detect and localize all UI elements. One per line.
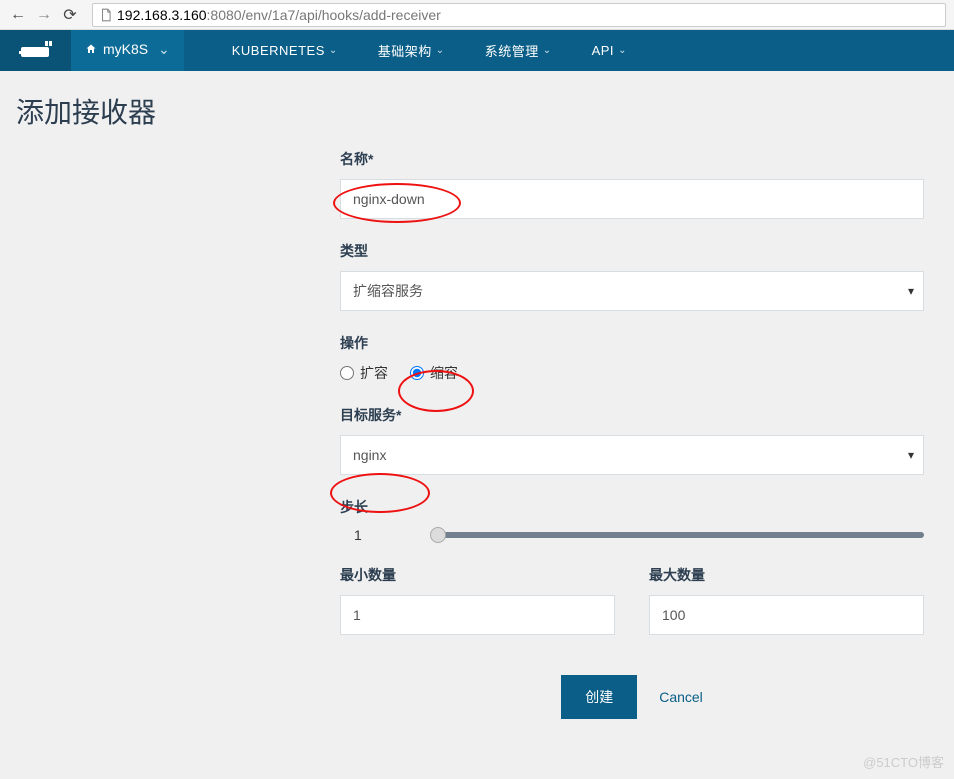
max-label: 最大数量 — [649, 565, 924, 585]
chevron-down-icon: ⌄ — [329, 45, 338, 56]
nav-kubernetes[interactable]: KUBERNETES ⌄ — [214, 30, 360, 71]
page-icon — [99, 8, 113, 22]
scale-up-radio[interactable] — [340, 366, 354, 380]
home-icon — [85, 43, 97, 55]
cancel-button[interactable]: Cancel — [659, 689, 703, 705]
logo[interactable] — [0, 30, 71, 71]
main-nav: myK8S ⌄ KUBERNETES ⌄ 基础架构 ⌄ 系统管理 ⌄ API ⌄ — [0, 30, 954, 71]
minmax-row: 最小数量 最大数量 — [340, 565, 924, 635]
name-label: 名称* — [340, 149, 924, 169]
nav-admin[interactable]: 系统管理 ⌄ — [467, 30, 574, 71]
radio-label: 扩容 — [360, 363, 388, 383]
scale-up-option[interactable]: 扩容 — [340, 363, 388, 383]
nav-api[interactable]: API ⌄ — [574, 30, 649, 71]
radio-label: 缩容 — [430, 363, 458, 383]
target-label: 目标服务* — [340, 405, 924, 425]
button-row: 创建 Cancel — [340, 675, 924, 719]
page-content: 添加接收器 名称* 类型 扩缩容服务 操作 扩容 缩容 目标服务* — [0, 71, 954, 739]
nav-item-label: 基础架构 — [378, 41, 432, 60]
create-button[interactable]: 创建 — [561, 675, 637, 719]
type-label: 类型 — [340, 241, 924, 261]
min-group: 最小数量 — [340, 565, 615, 635]
nav-item-label: 系统管理 — [485, 41, 539, 60]
type-select[interactable]: 扩缩容服务 — [340, 271, 924, 311]
max-group: 最大数量 — [649, 565, 924, 635]
action-group: 操作 扩容 缩容 — [340, 333, 924, 383]
name-input[interactable] — [340, 179, 924, 219]
target-select[interactable]: nginx — [340, 435, 924, 475]
type-group: 类型 扩缩容服务 — [340, 241, 924, 311]
back-button[interactable]: ← — [8, 5, 28, 25]
scale-down-radio[interactable] — [410, 366, 424, 380]
address-bar[interactable]: 192.168.3.160:8080/env/1a7/api/hooks/add… — [92, 3, 946, 27]
url-text: 192.168.3.160:8080/env/1a7/api/hooks/add… — [117, 7, 441, 23]
reload-button[interactable]: ⟳ — [60, 5, 80, 25]
nav-item-label: API — [592, 43, 614, 58]
environment-selector[interactable]: myK8S ⌄ — [71, 30, 184, 71]
environment-name: myK8S — [103, 41, 148, 57]
step-group: 步长 1 — [340, 497, 924, 543]
max-input[interactable] — [649, 595, 924, 635]
nav-item-label: KUBERNETES — [232, 43, 325, 58]
chevron-down-icon: ⌄ — [154, 41, 170, 58]
step-value: 1 — [340, 527, 378, 543]
name-group: 名称* — [340, 149, 924, 219]
receiver-form: 名称* 类型 扩缩容服务 操作 扩容 缩容 目标服务* nginx — [340, 149, 924, 719]
scale-down-option[interactable]: 缩容 — [410, 363, 458, 383]
target-group: 目标服务* nginx — [340, 405, 924, 475]
rancher-logo-icon — [19, 41, 53, 61]
browser-toolbar: ← → ⟳ 192.168.3.160:8080/env/1a7/api/hoo… — [0, 0, 954, 30]
chevron-down-icon: ⌄ — [436, 45, 445, 56]
chevron-down-icon: ⌄ — [543, 45, 552, 56]
min-input[interactable] — [340, 595, 615, 635]
min-label: 最小数量 — [340, 565, 615, 585]
action-label: 操作 — [340, 333, 924, 353]
nav-infrastructure[interactable]: 基础架构 ⌄ — [360, 30, 467, 71]
step-slider[interactable] — [438, 532, 924, 538]
chevron-down-icon: ⌄ — [618, 45, 627, 56]
forward-button[interactable]: → — [34, 5, 54, 25]
watermark: @51CTO博客 — [863, 752, 944, 771]
page-title: 添加接收器 — [16, 91, 938, 131]
slider-thumb[interactable] — [430, 527, 446, 543]
step-label: 步长 — [340, 497, 924, 517]
